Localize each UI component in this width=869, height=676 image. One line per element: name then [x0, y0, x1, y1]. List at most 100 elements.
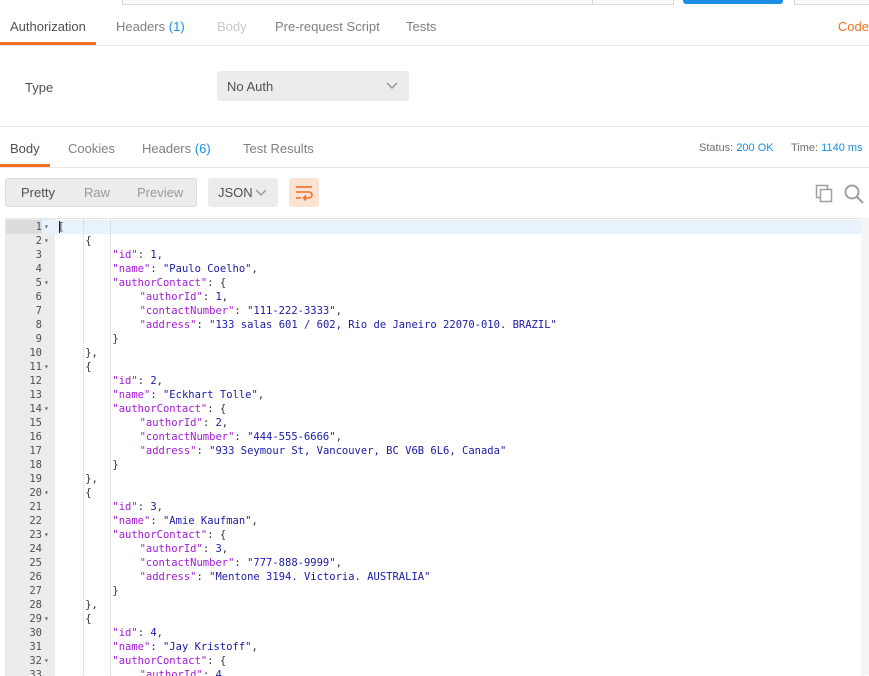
line-number: 10 [29, 347, 42, 359]
line-number: 14 [29, 403, 42, 415]
tab-headers[interactable]: Headers (1) [116, 10, 185, 43]
line-number: 23 [29, 529, 42, 541]
response-tabs: Body Cookies Headers (6) Test Results St… [0, 132, 869, 168]
json-key: "address" [139, 445, 197, 457]
json-punctuation: : [137, 627, 151, 639]
indent-guide [83, 219, 85, 676]
tab-authorization[interactable]: Authorization [0, 10, 96, 45]
format-select[interactable]: JSON [208, 178, 278, 207]
line-number: 13 [29, 389, 42, 401]
code-text: }, [85, 346, 98, 360]
code-text: "id": 2, [112, 374, 163, 388]
tab-response-body[interactable]: Body [0, 132, 50, 167]
tab-prerequest-script[interactable]: Pre-request Script [275, 10, 380, 43]
fold-arrow-icon[interactable]: ▾ [44, 486, 52, 500]
json-value: "444-555-6666" [247, 431, 336, 443]
line-number: 21 [29, 501, 42, 513]
json-punctuation: , [221, 543, 229, 555]
code-line: 29 ▾ { [6, 612, 862, 626]
code-line: 13 "name": "Eckhart Tolle", [6, 388, 862, 402]
json-key: "contactNumber" [139, 557, 235, 569]
tab-tests[interactable]: Tests [406, 10, 436, 43]
json-punctuation: { [85, 361, 92, 373]
line-number: 26 [29, 571, 42, 583]
fold-arrow-icon[interactable]: ▾ [44, 276, 52, 290]
tab-cookies[interactable]: Cookies [68, 132, 115, 165]
line-number: 30 [29, 627, 42, 639]
json-key: "authorContact" [112, 655, 208, 667]
code-line: 26 "address": "Mentone 3194. Victoria. AU… [6, 570, 862, 584]
fold-arrow-icon[interactable]: ▾ [44, 360, 52, 374]
code-line: 17 "address": "933 Seymour St, Vancouver,… [6, 444, 862, 458]
json-value: "777-888-9999" [247, 557, 336, 569]
json-punctuation: : [234, 305, 248, 317]
raw-button[interactable]: Raw [84, 179, 110, 206]
code-text: "contactNumber": "444-555-6666", [140, 430, 342, 444]
json-key: "authorId" [139, 417, 203, 429]
search-icon[interactable] [843, 183, 865, 205]
json-key: "name" [112, 389, 151, 401]
json-punctuation: } [112, 459, 119, 471]
json-punctuation: : [196, 571, 210, 583]
save-button[interactable] [794, 0, 869, 5]
line-number: 24 [29, 543, 42, 555]
line-number: 8 [35, 319, 42, 331]
fold-arrow-icon[interactable]: ▾ [44, 528, 52, 542]
json-punctuation: , [335, 305, 342, 317]
tab-authorization-label: Authorization [10, 19, 86, 34]
send-button[interactable] [683, 0, 783, 4]
fold-arrow-icon[interactable]: ▾ [44, 220, 52, 234]
fold-arrow-icon[interactable]: ▾ [44, 654, 52, 668]
line-number: 29 [29, 613, 42, 625]
view-mode-switch: Pretty Raw Preview [5, 178, 197, 207]
params-button[interactable] [592, 0, 674, 5]
line-number: 12 [29, 375, 42, 387]
response-body-editor[interactable]: 1 ▾[2 ▾{3 "id": 1, 4 "name": "Paulo Coelho", 5… [5, 218, 863, 676]
request-bar [0, 0, 869, 6]
code-text: } [112, 332, 118, 346]
line-number: 22 [29, 515, 42, 527]
code-line: 5 ▾ "authorContact": { [6, 276, 862, 290]
code-line: 24 "authorId": 3, [6, 542, 862, 556]
json-key: "id" [112, 501, 138, 513]
json-punctuation: }, [85, 599, 98, 611]
code-line: 7 "contactNumber": "111-222-3333", [6, 304, 862, 318]
time-label: Time: [791, 142, 819, 154]
json-value: "Eckhart Tolle" [162, 389, 258, 401]
fold-arrow-icon[interactable]: ▾ [44, 234, 52, 248]
json-punctuation: , [221, 417, 229, 429]
copy-icon[interactable] [814, 183, 834, 203]
fold-arrow-icon[interactable]: ▾ [44, 402, 52, 416]
json-punctuation: , [156, 627, 163, 639]
status-label: Status: [699, 142, 734, 154]
json-punctuation: , [156, 375, 163, 387]
tab-response-headers[interactable]: Headers (6) [142, 132, 211, 165]
code-text: "id": 1, [112, 248, 163, 262]
tab-response-headers-label: Headers [142, 141, 192, 156]
code-text: { [85, 360, 91, 374]
json-punctuation: }, [85, 347, 98, 359]
code-link[interactable]: Code [838, 10, 869, 43]
json-punctuation: } [112, 333, 119, 345]
line-number: 32 [29, 655, 42, 667]
url-input[interactable] [122, 0, 594, 5]
tab-test-results[interactable]: Test Results [243, 132, 314, 165]
json-punctuation: : { [207, 529, 227, 541]
preview-button[interactable]: Preview [137, 179, 183, 206]
auth-type-select[interactable]: No Auth [217, 71, 409, 101]
fold-arrow-icon[interactable]: ▾ [44, 612, 52, 626]
pretty-button[interactable]: Pretty [21, 179, 55, 206]
code-line: 27} [6, 584, 862, 598]
json-punctuation: , [221, 291, 229, 303]
json-key: "address" [139, 319, 197, 331]
code-line: 20 ▾ { [6, 486, 862, 500]
code-text: "name": "Jay Kristoff", [112, 640, 257, 654]
code-text: }, [85, 472, 98, 486]
tab-body[interactable]: Body [217, 10, 247, 43]
line-number: 20 [29, 487, 42, 499]
json-punctuation: : [234, 431, 248, 443]
wrap-lines-button[interactable] [289, 178, 319, 207]
json-punctuation: { [85, 487, 92, 499]
vertical-scrollbar[interactable] [861, 218, 869, 675]
code-line: 32 ▾ "authorContact": { [6, 654, 862, 668]
